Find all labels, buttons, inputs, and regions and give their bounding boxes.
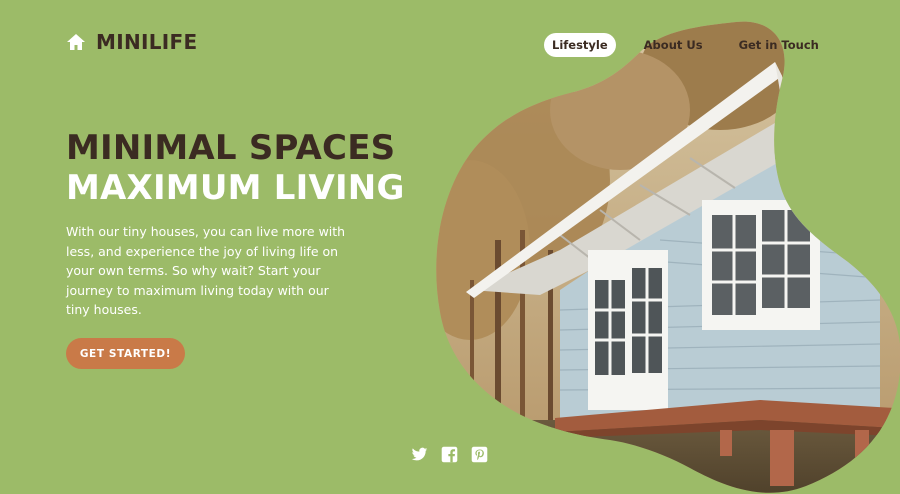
main-nav: Lifestyle About Us Get in Touch xyxy=(544,33,827,57)
twitter-icon[interactable] xyxy=(411,446,428,463)
nav-item-about-us[interactable]: About Us xyxy=(636,33,711,57)
nav-item-get-in-touch[interactable]: Get in Touch xyxy=(731,33,827,57)
facebook-icon[interactable] xyxy=(441,446,458,463)
hero-image xyxy=(436,21,900,493)
social-links xyxy=(411,446,488,463)
pinterest-icon[interactable] xyxy=(471,446,488,463)
nav-item-lifestyle[interactable]: Lifestyle xyxy=(544,33,616,57)
